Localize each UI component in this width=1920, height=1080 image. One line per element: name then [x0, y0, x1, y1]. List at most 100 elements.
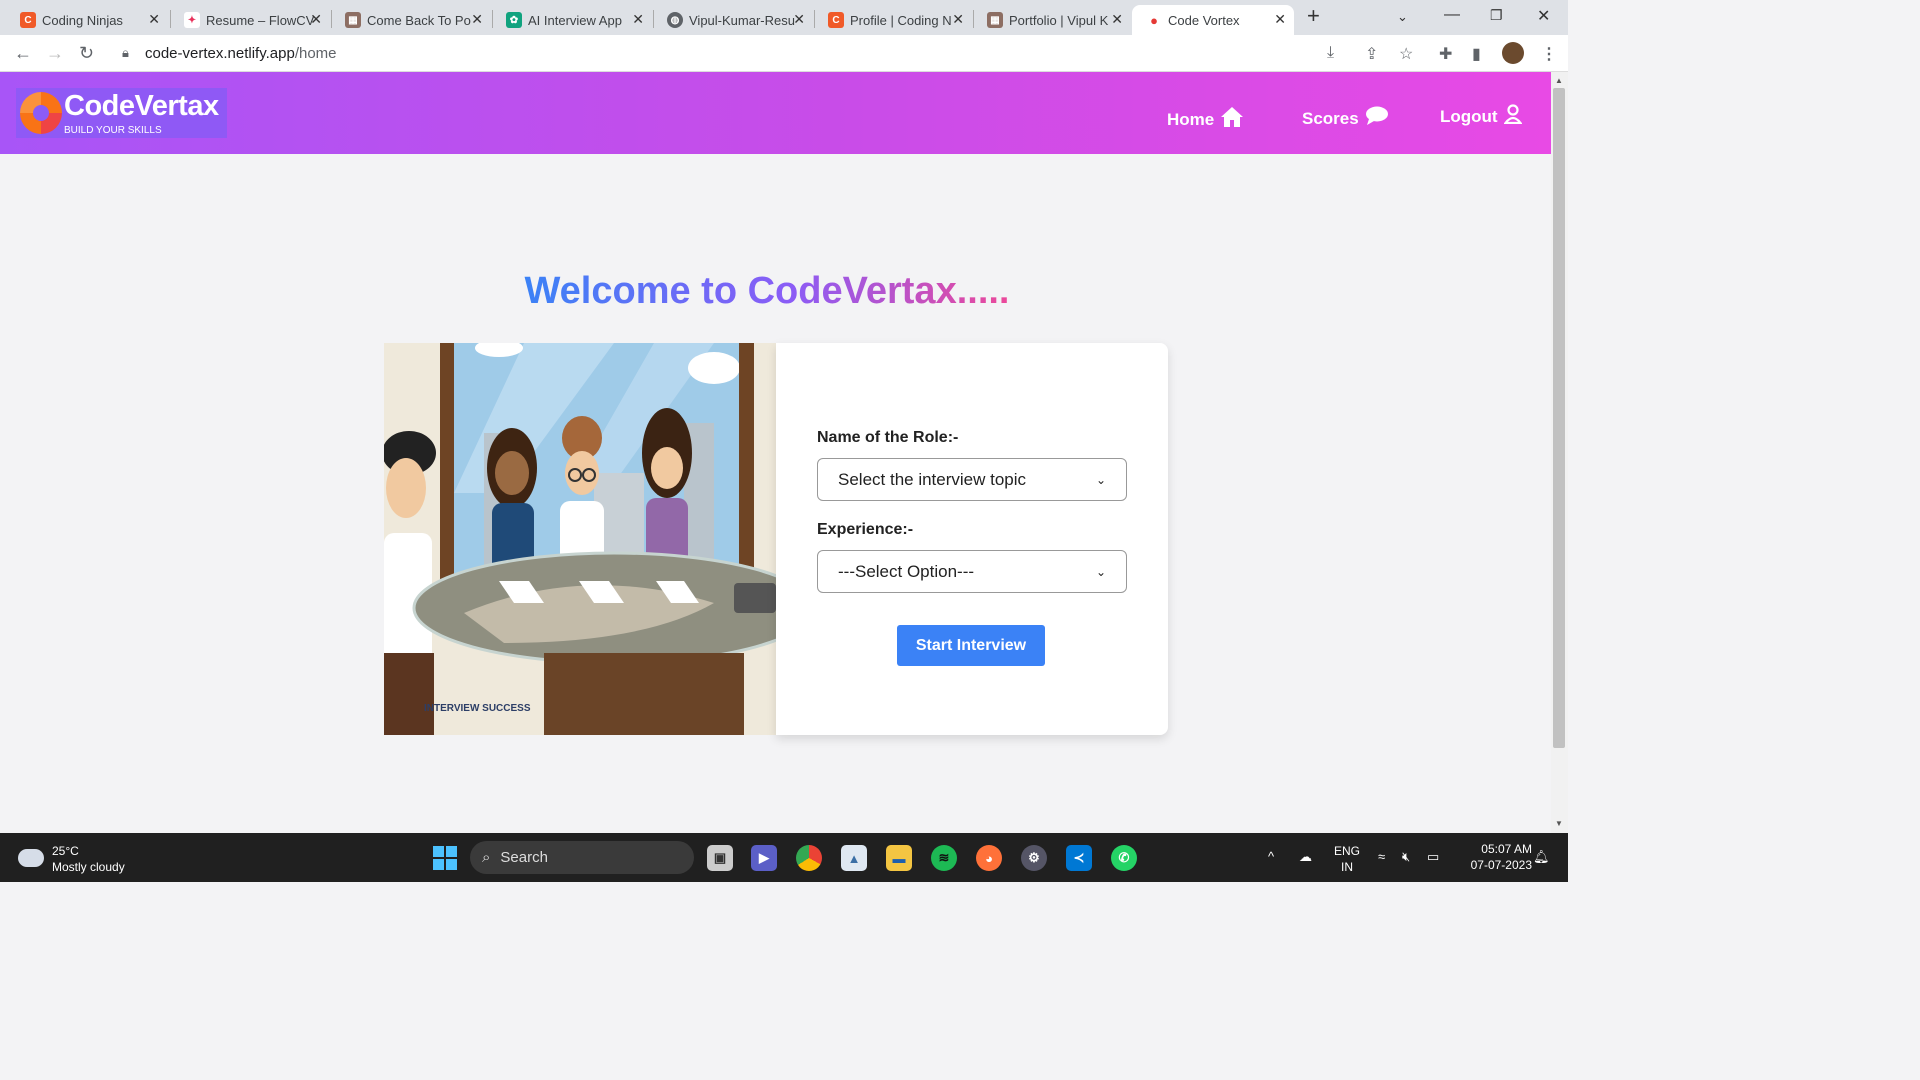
vscode-icon[interactable]: ≺ [1066, 845, 1092, 871]
windows-taskbar: 25°C Mostly cloudy ⌕ Search ▣ ▶ ▲ ▬ ≋ ◕ … [0, 833, 1568, 882]
lang-code: ENG [1334, 844, 1361, 858]
tab-label: Code Vortex [1168, 12, 1240, 28]
side-panel-icon[interactable]: ▮ [1472, 44, 1481, 64]
minimize-icon[interactable]: — [1444, 6, 1460, 24]
logo-name: CodeVertax [64, 90, 219, 122]
tab-profile-coding-ninjas[interactable]: C Profile | Coding N ✕ [814, 5, 972, 35]
tab-portfolio-vipul[interactable]: ▦ Portfolio | Vipul K ✕ [973, 5, 1131, 35]
tab-code-vortex[interactable]: ● Code Vortex ✕ [1132, 5, 1294, 35]
weather-desc: Mostly cloudy [52, 860, 125, 874]
nav-logout[interactable]: Logout [1440, 104, 1523, 130]
cloud-icon [18, 849, 44, 867]
extensions-icon[interactable]: ✚ [1439, 44, 1452, 64]
logo-tagline: BUILD YOUR SKILLS [64, 125, 162, 136]
task-view-icon[interactable]: ▣ [707, 845, 733, 871]
browser-tab-strip: C Coding Ninjas ✕ ✦ Resume – FlowCV ✕ ▦ … [0, 0, 1568, 35]
globe-icon: ◍ [667, 12, 683, 28]
close-tab-icon[interactable]: ✕ [310, 11, 322, 28]
tab-flowcv[interactable]: ✦ Resume – FlowCV ✕ [170, 5, 330, 35]
settings-gear-icon[interactable]: ⚙ [1021, 845, 1047, 871]
experience-select-value: ---Select Option--- [838, 561, 975, 581]
close-window-icon[interactable]: ✕ [1537, 6, 1550, 26]
experience-select[interactable]: ---Select Option--- ⌄ [817, 550, 1127, 593]
wifi-icon[interactable]: ≈ [1378, 849, 1385, 864]
new-tab-icon[interactable]: + [1307, 3, 1320, 29]
brand-logo[interactable]: CodeVertax BUILD YOUR SKILLS [16, 88, 227, 138]
profile-avatar[interactable] [1502, 42, 1524, 64]
close-tab-icon[interactable]: ✕ [793, 11, 805, 28]
portfolio-icon: ▦ [345, 12, 361, 28]
coding-ninjas-icon: C [828, 12, 844, 28]
page-scrollbar[interactable]: ▲ ▼ [1551, 72, 1568, 833]
reload-icon[interactable]: ↻ [79, 43, 94, 64]
tab-coding-ninjas[interactable]: C Coding Ninjas ✕ [6, 5, 168, 35]
chevron-down-icon: ⌄ [1095, 564, 1106, 579]
tab-label: Portfolio | Vipul K [1009, 12, 1109, 28]
illustration-watermark: INTERVIEW SUCCESS [424, 703, 531, 714]
close-tab-icon[interactable]: ✕ [471, 11, 483, 28]
site-header: CodeVertax BUILD YOUR SKILLS Home Scores… [0, 72, 1551, 154]
lang-region: IN [1341, 860, 1353, 874]
search-label: Search [500, 849, 548, 866]
forward-icon[interactable]: → [46, 43, 64, 64]
start-interview-button[interactable]: Start Interview [897, 625, 1045, 666]
microphone-icon: ● [1146, 12, 1162, 28]
back-icon[interactable]: ← [14, 43, 32, 64]
firefox-icon[interactable]: ◕ [976, 845, 1002, 871]
nav-home-label: Home [1167, 110, 1215, 129]
tray-chevron-up-icon[interactable]: ^ [1268, 849, 1274, 864]
coding-ninjas-icon: C [20, 12, 36, 28]
tab-label: AI Interview App [528, 12, 622, 28]
chevron-down-icon: ⌄ [1095, 472, 1106, 487]
tab-search-chevron-icon[interactable]: ⌄ [1397, 9, 1408, 25]
file-explorer-icon[interactable]: ▬ [886, 845, 912, 871]
interview-setup-card: INTERVIEW SUCCESS Name of the Role:- Sel… [384, 343, 1168, 735]
close-tab-icon[interactable]: ✕ [952, 11, 964, 28]
page-title: Welcome to CodeVertax..... [524, 270, 1010, 312]
role-select[interactable]: Select the interview topic ⌄ [817, 458, 1127, 501]
scrollbar-thumb[interactable] [1553, 88, 1565, 748]
language-indicator[interactable]: ENG IN [1334, 843, 1360, 875]
tab-label: Coding Ninjas [42, 12, 123, 28]
scroll-up-icon[interactable]: ▲ [1555, 76, 1563, 85]
onedrive-cloud-icon[interactable]: ☁ [1299, 849, 1312, 865]
notification-bell-icon[interactable]: 🔔︎ [1533, 849, 1550, 865]
restore-icon[interactable]: ❐ [1490, 7, 1503, 24]
spotify-icon[interactable]: ≋ [931, 845, 957, 871]
windows-start-icon[interactable] [432, 845, 458, 871]
system-clock[interactable]: 05:07 AM 07-07-2023 [1452, 841, 1532, 873]
clock-time: 05:07 AM [1481, 842, 1532, 856]
interview-illustration: INTERVIEW SUCCESS [384, 343, 776, 735]
close-tab-icon[interactable]: ✕ [148, 11, 160, 28]
tab-vipul-resume[interactable]: ◍ Vipul-Kumar-Resu ✕ [653, 5, 813, 35]
nav-scores[interactable]: Scores [1302, 106, 1389, 132]
bookmark-star-icon[interactable]: ☆ [1399, 44, 1413, 64]
tab-come-back[interactable]: ▦ Come Back To Po ✕ [331, 5, 491, 35]
chatgpt-icon: ✿ [506, 12, 522, 28]
close-tab-icon[interactable]: ✕ [1111, 11, 1123, 28]
teams-chat-icon[interactable]: ▶ [751, 845, 777, 871]
interview-form: Name of the Role:- Select the interview … [776, 343, 1168, 735]
tab-ai-interview-app[interactable]: ✿ AI Interview App ✕ [492, 5, 652, 35]
user-icon [1502, 104, 1523, 130]
photos-icon[interactable]: ▲ [841, 845, 867, 871]
nav-home[interactable]: Home [1167, 106, 1244, 134]
close-tab-icon[interactable]: ✕ [632, 11, 644, 28]
tab-label: Vipul-Kumar-Resu [689, 12, 795, 28]
close-tab-icon[interactable]: ✕ [1274, 11, 1286, 28]
tab-label: Resume – FlowCV [206, 12, 315, 28]
experience-label: Experience:- [817, 521, 914, 538]
weather-widget[interactable]: 25°C Mostly cloudy [18, 843, 125, 875]
menu-kebab-icon[interactable]: ⋮ [1541, 44, 1557, 64]
install-app-icon[interactable]: ⤓ [1327, 44, 1334, 62]
flowcv-icon: ✦ [184, 12, 200, 28]
whatsapp-icon[interactable]: ✆ [1111, 845, 1137, 871]
share-icon[interactable]: ⇪ [1365, 44, 1378, 64]
volume-muted-icon[interactable]: 🔇︎ [1402, 849, 1410, 865]
scroll-down-icon[interactable]: ▼ [1555, 819, 1563, 828]
taskbar-search[interactable]: ⌕ Search [470, 841, 694, 874]
url-field[interactable]: 🔒︎ code-vertex.netlify.app/home [112, 38, 1432, 69]
chrome-icon[interactable] [796, 845, 822, 871]
battery-icon[interactable]: ▭ [1427, 849, 1439, 865]
home-icon [1220, 106, 1244, 134]
